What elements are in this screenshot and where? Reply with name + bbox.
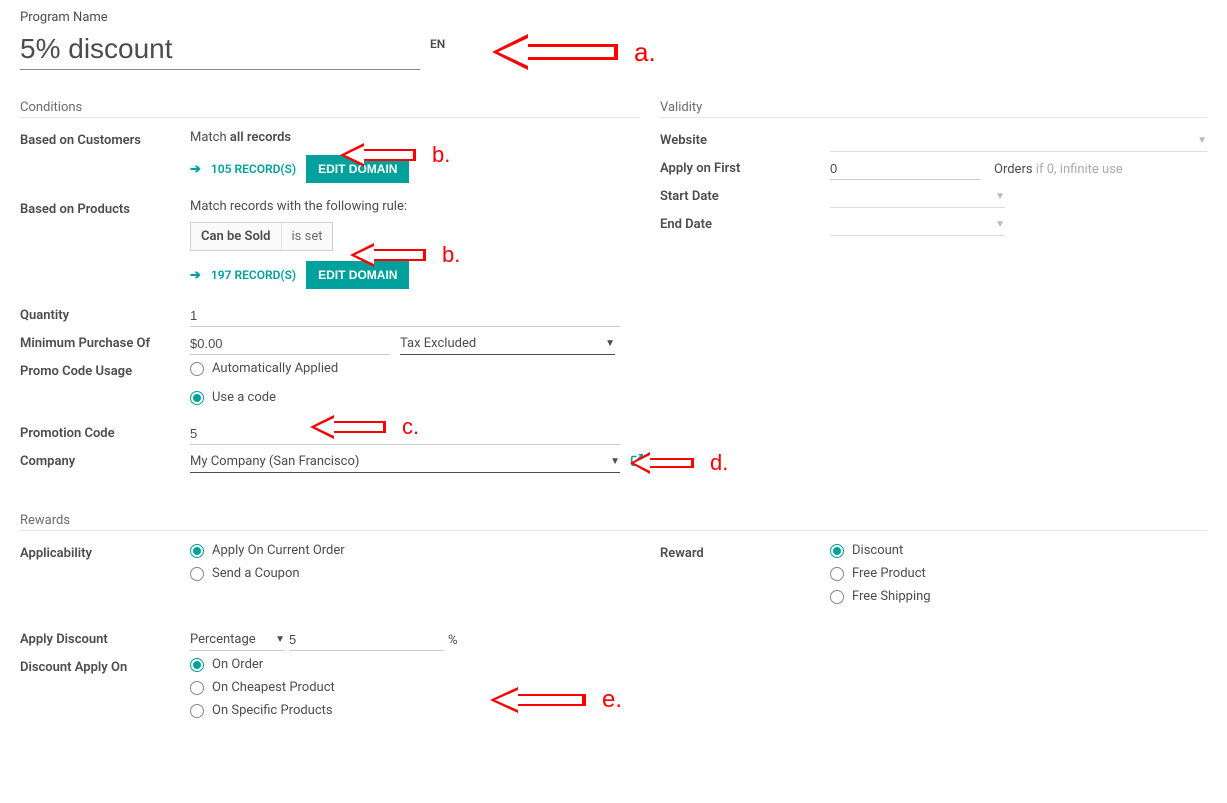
reward-discount-radio[interactable]: Discount (830, 543, 1207, 558)
validity-title: Validity (660, 100, 1207, 118)
website-select[interactable]: ▼ (830, 130, 1207, 152)
promo-usage-label: Promo Code Usage (20, 361, 190, 379)
tax-excluded-select[interactable]: Tax Excluded ▼ (400, 333, 615, 355)
discount-apply-on-label: Discount Apply On (20, 657, 190, 675)
language-badge[interactable]: EN (430, 37, 445, 51)
program-name-row: EN (20, 29, 1207, 70)
program-name-input[interactable] (20, 29, 420, 70)
promo-usage-code-radio[interactable]: Use a code (190, 390, 640, 405)
radio-selected-icon (830, 544, 844, 558)
chevron-down-icon: ▼ (605, 338, 615, 349)
radio-icon (190, 704, 204, 718)
quantity-label: Quantity (20, 305, 190, 323)
promotion-code-label: Promotion Code (20, 423, 190, 441)
start-date-input[interactable]: ▼ (830, 186, 1005, 208)
customers-match: Match all records (190, 130, 291, 145)
discount-type-select[interactable]: Percentage ▼ (190, 629, 285, 651)
arrow-right-icon: ➔ (190, 268, 201, 283)
radio-selected-icon (190, 658, 204, 672)
promotion-code-input[interactable] (190, 423, 620, 445)
promo-usage-auto-radio[interactable]: Automatically Applied (190, 361, 640, 376)
apply-first-label: Apply on First (660, 158, 830, 176)
apply-first-input[interactable] (830, 158, 980, 180)
end-date-input[interactable]: ▼ (830, 214, 1005, 236)
min-purchase-label: Minimum Purchase Of (20, 333, 190, 351)
chevron-down-icon: ▼ (275, 634, 285, 645)
products-match-text: Match records with the following rule: (190, 199, 407, 214)
apply-first-hint: Orders if 0, infinite use (994, 162, 1123, 177)
rewards-title: Rewards (20, 513, 1207, 531)
chevron-down-icon: ▼ (995, 191, 1005, 202)
customers-records-link[interactable]: 105 RECORD(S) (211, 162, 296, 176)
products-rule-chip[interactable]: Can be Sold is set (190, 222, 333, 251)
radio-selected-icon (190, 391, 204, 405)
chevron-down-icon: ▼ (995, 219, 1005, 230)
edit-domain-customers-button[interactable]: EDIT DOMAIN (306, 155, 409, 183)
customers-label: Based on Customers (20, 130, 190, 148)
chevron-down-icon: ▼ (1197, 135, 1207, 146)
edit-domain-products-button[interactable]: EDIT DOMAIN (306, 261, 409, 289)
reward-free-product-radio[interactable]: Free Product (830, 566, 1207, 581)
company-label: Company (20, 451, 190, 469)
discount-on-cheapest-radio[interactable]: On Cheapest Product (190, 680, 640, 695)
discount-on-specific-radio[interactable]: On Specific Products (190, 703, 640, 718)
end-date-label: End Date (660, 214, 830, 232)
reward-free-shipping-radio[interactable]: Free Shipping (830, 589, 1207, 604)
website-label: Website (660, 130, 830, 148)
chevron-down-icon: ▼ (610, 456, 620, 467)
arrow-right-icon: ➔ (190, 162, 201, 177)
applicability-label: Applicability (20, 543, 190, 561)
radio-selected-icon (190, 544, 204, 558)
reward-label: Reward (660, 543, 830, 561)
products-records-link[interactable]: 197 RECORD(S) (211, 268, 296, 282)
start-date-label: Start Date (660, 186, 830, 204)
percent-unit: % (448, 633, 458, 648)
applicability-current-radio[interactable]: Apply On Current Order (190, 543, 640, 558)
min-purchase-input[interactable] (190, 333, 390, 355)
discount-value-input[interactable] (289, 629, 444, 651)
company-select[interactable]: My Company (San Francisco) ▼ (190, 451, 620, 473)
applicability-coupon-radio[interactable]: Send a Coupon (190, 566, 640, 581)
program-name-label: Program Name (20, 10, 1207, 25)
quantity-input[interactable] (190, 305, 620, 327)
radio-icon (830, 590, 844, 604)
conditions-title: Conditions (20, 100, 640, 118)
radio-icon (190, 681, 204, 695)
apply-discount-label: Apply Discount (20, 629, 190, 647)
radio-icon (830, 567, 844, 581)
discount-on-order-radio[interactable]: On Order (190, 657, 640, 672)
radio-icon (190, 362, 204, 376)
products-label: Based on Products (20, 199, 190, 217)
radio-icon (190, 567, 204, 581)
